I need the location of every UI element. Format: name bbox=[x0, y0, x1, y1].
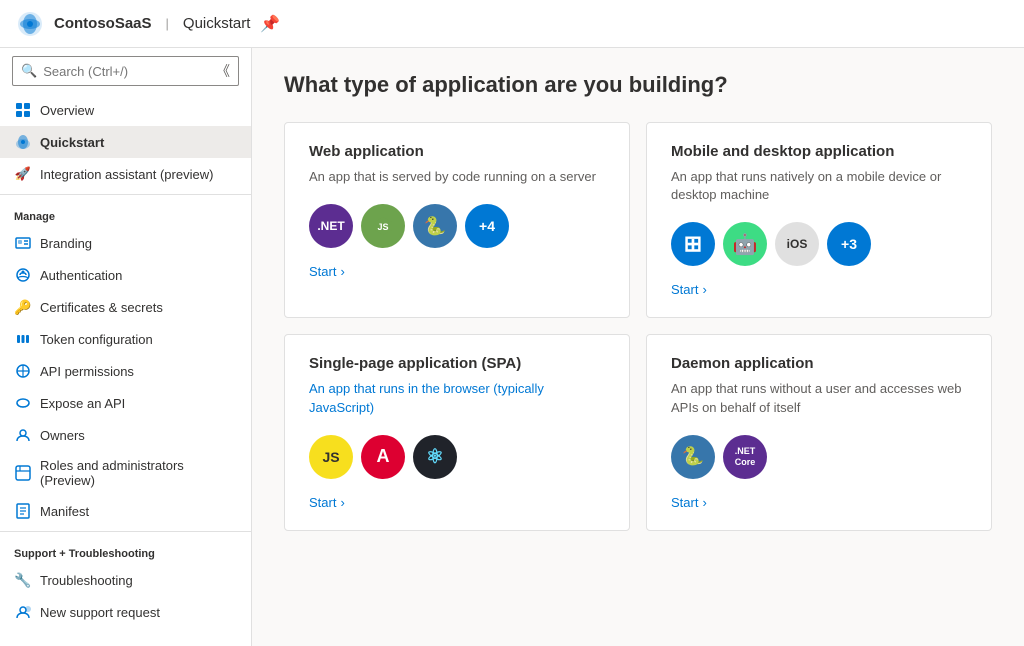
manifest-icon bbox=[14, 502, 32, 520]
header-app-name: ContosoSaaS bbox=[54, 15, 152, 32]
spa-card: Single-page application (SPA) An app tha… bbox=[284, 334, 630, 530]
spa-title: Single-page application (SPA) bbox=[309, 355, 605, 372]
sidebar-item-branding[interactable]: Branding bbox=[0, 227, 251, 259]
mobile-desktop-card: Mobile and desktop application An app th… bbox=[646, 122, 992, 318]
sidebar-item-label: New support request bbox=[40, 605, 160, 620]
plus4-badge: +4 bbox=[465, 204, 509, 248]
web-app-title: Web application bbox=[309, 143, 605, 160]
nodejs-icon: JS bbox=[361, 204, 405, 248]
search-icon: 🔍 bbox=[21, 63, 37, 79]
search-input[interactable] bbox=[43, 64, 210, 79]
web-app-card: Web application An app that is served by… bbox=[284, 122, 630, 318]
header-divider: | bbox=[166, 16, 169, 31]
web-app-desc: An app that is served by code running on… bbox=[309, 168, 605, 186]
expose-icon bbox=[14, 394, 32, 412]
android-icon: 🤖 bbox=[723, 222, 767, 266]
spa-desc: An app that runs in the browser (typical… bbox=[309, 380, 605, 416]
layout: 🔍 《 Overview Quickstart 🚀 Integration as… bbox=[0, 48, 1024, 646]
python2-icon: 🐍 bbox=[671, 435, 715, 479]
sidebar-item-api-permissions[interactable]: API permissions bbox=[0, 355, 251, 387]
roles-icon bbox=[14, 464, 32, 482]
support-section-label: Support + Troubleshooting bbox=[0, 536, 251, 564]
dotnet-icon: .NET bbox=[309, 204, 353, 248]
sidebar-item-quickstart[interactable]: Quickstart bbox=[0, 126, 251, 158]
support-icon bbox=[14, 603, 32, 621]
sidebar-item-label: Expose an API bbox=[40, 396, 125, 411]
token-icon bbox=[14, 330, 32, 348]
svg-text:JS: JS bbox=[377, 222, 388, 232]
arrow-icon: › bbox=[702, 495, 706, 510]
sidebar-item-label: Quickstart bbox=[40, 135, 104, 150]
wrench-icon: 🔧 bbox=[14, 571, 32, 589]
daemon-icons: 🐍 .NETCore bbox=[671, 435, 967, 479]
web-app-icons: .NET JS 🐍 +4 bbox=[309, 204, 605, 248]
branding-icon bbox=[14, 234, 32, 252]
ios-icon: iOS bbox=[775, 222, 819, 266]
manage-divider bbox=[0, 194, 251, 195]
daemon-title: Daemon application bbox=[671, 355, 967, 372]
angular-icon: A bbox=[361, 435, 405, 479]
owners-icon bbox=[14, 426, 32, 444]
overview-icon bbox=[14, 101, 32, 119]
cards-grid: Web application An app that is served by… bbox=[284, 122, 992, 531]
main-content: What type of application are you buildin… bbox=[252, 48, 1024, 646]
pin-icon[interactable]: 📌 bbox=[260, 14, 280, 34]
sidebar-item-label: API permissions bbox=[40, 364, 134, 379]
sidebar: 🔍 《 Overview Quickstart 🚀 Integration as… bbox=[0, 48, 252, 646]
auth-icon bbox=[14, 266, 32, 284]
sidebar-item-label: Manifest bbox=[40, 504, 89, 519]
integration-icon: 🚀 bbox=[14, 165, 32, 183]
header: ContosoSaaS | Quickstart 📌 bbox=[0, 0, 1024, 48]
sidebar-item-label: Troubleshooting bbox=[40, 573, 133, 588]
manage-section-label: Manage bbox=[0, 199, 251, 227]
app-logo bbox=[16, 10, 44, 38]
sidebar-item-label: Roles and administrators (Preview) bbox=[40, 458, 237, 488]
web-app-start[interactable]: Start › bbox=[309, 264, 605, 279]
python-icon: 🐍 bbox=[413, 204, 457, 248]
sidebar-item-label: Overview bbox=[40, 103, 94, 118]
sidebar-item-owners[interactable]: Owners bbox=[0, 419, 251, 451]
key-icon: 🔑 bbox=[14, 298, 32, 316]
mobile-desktop-start[interactable]: Start › bbox=[671, 282, 967, 297]
arrow-icon: › bbox=[340, 495, 344, 510]
plus3-badge: +3 bbox=[827, 222, 871, 266]
mobile-desktop-icons: ⊞ 🤖 iOS +3 bbox=[671, 222, 967, 266]
sidebar-item-label: Authentication bbox=[40, 268, 122, 283]
mobile-desktop-desc: An app that runs natively on a mobile de… bbox=[671, 168, 967, 204]
daemon-desc: An app that runs without a user and acce… bbox=[671, 380, 967, 416]
sidebar-item-overview[interactable]: Overview bbox=[0, 94, 251, 126]
sidebar-item-label: Owners bbox=[40, 428, 85, 443]
arrow-icon: › bbox=[702, 282, 706, 297]
sidebar-item-label: Certificates & secrets bbox=[40, 300, 163, 315]
sidebar-item-certificates[interactable]: 🔑 Certificates & secrets bbox=[0, 291, 251, 323]
sidebar-item-token[interactable]: Token configuration bbox=[0, 323, 251, 355]
header-page: Quickstart bbox=[183, 15, 251, 32]
api-icon bbox=[14, 362, 32, 380]
sidebar-item-label: Token configuration bbox=[40, 332, 153, 347]
sidebar-item-authentication[interactable]: Authentication bbox=[0, 259, 251, 291]
dotnet-core-icon: .NETCore bbox=[723, 435, 767, 479]
mobile-desktop-title: Mobile and desktop application bbox=[671, 143, 967, 160]
daemon-card: Daemon application An app that runs with… bbox=[646, 334, 992, 530]
support-divider bbox=[0, 531, 251, 532]
sidebar-item-label: Branding bbox=[40, 236, 92, 251]
react-icon: ⚛ bbox=[413, 435, 457, 479]
quickstart-icon bbox=[14, 133, 32, 151]
js-icon: JS bbox=[309, 435, 353, 479]
page-title: What type of application are you buildin… bbox=[284, 72, 992, 98]
sidebar-search-container[interactable]: 🔍 《 bbox=[12, 56, 239, 86]
daemon-start[interactable]: Start › bbox=[671, 495, 967, 510]
sidebar-item-troubleshooting[interactable]: 🔧 Troubleshooting bbox=[0, 564, 251, 596]
spa-start[interactable]: Start › bbox=[309, 495, 605, 510]
sidebar-item-manifest[interactable]: Manifest bbox=[0, 495, 251, 527]
collapse-icon[interactable]: 《 bbox=[216, 61, 230, 81]
sidebar-item-label: Integration assistant (preview) bbox=[40, 167, 213, 182]
sidebar-item-integration[interactable]: 🚀 Integration assistant (preview) bbox=[0, 158, 251, 190]
sidebar-item-roles[interactable]: Roles and administrators (Preview) bbox=[0, 451, 251, 495]
sidebar-item-new-support[interactable]: New support request bbox=[0, 596, 251, 628]
arrow-icon: › bbox=[340, 264, 344, 279]
windows-icon: ⊞ bbox=[671, 222, 715, 266]
spa-icons: JS A ⚛ bbox=[309, 435, 605, 479]
sidebar-item-expose-api[interactable]: Expose an API bbox=[0, 387, 251, 419]
